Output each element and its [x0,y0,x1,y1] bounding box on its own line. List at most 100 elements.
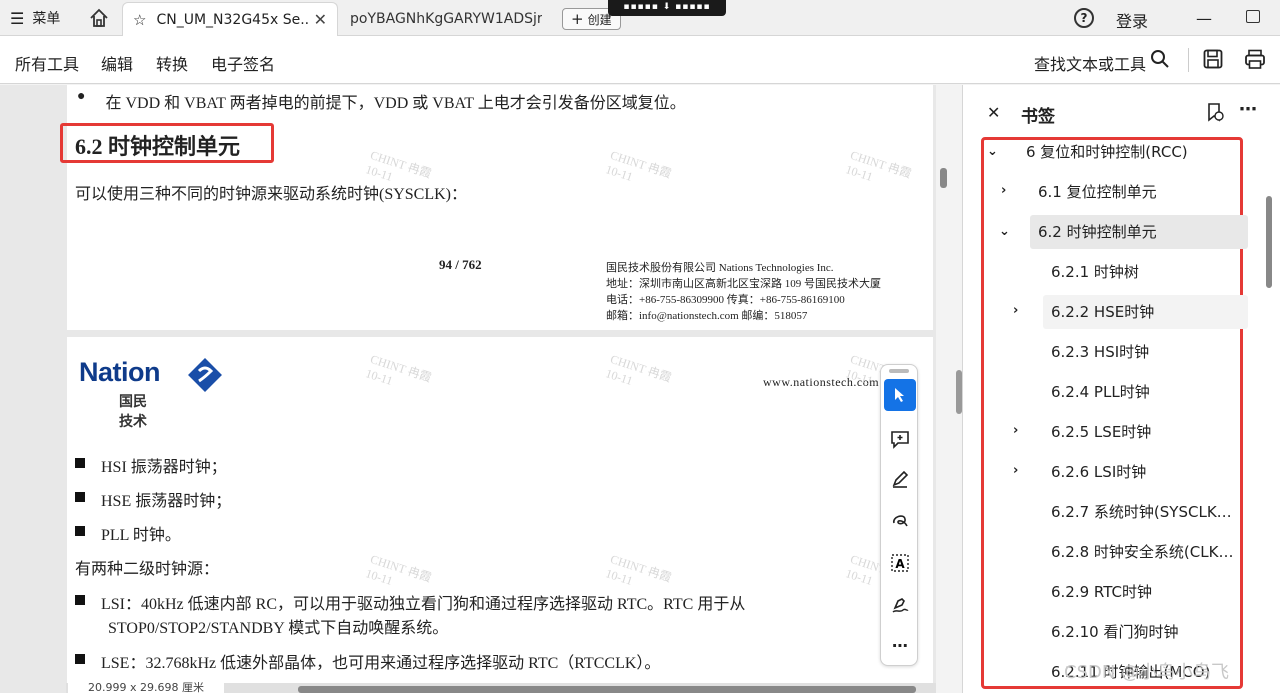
document-scroll-thumb[interactable] [940,168,947,188]
add-comment-button[interactable] [884,423,916,455]
drag-handle[interactable] [889,369,909,373]
svg-text:A: A [895,557,905,571]
list-item: LSE：32.768kHz 低速外部晶体，也可用来通过程序选择驱动 RTC（RT… [75,649,660,673]
company-footer: 国民技术股份有限公司 Nations Technologies Inc. 地址：… [606,262,881,322]
sign-button[interactable] [884,589,916,621]
highlight-button[interactable] [884,463,916,495]
more-tools-icon[interactable]: ⋯ [884,629,916,661]
sign-pen-icon [892,598,909,613]
bookmark-item[interactable]: 6.2.2 HSE时钟 [1043,295,1248,329]
bullet-icon: ● [77,89,86,104]
bookmark-item[interactable]: 6.2.5 LSE时钟 [1051,415,1231,449]
home-icon[interactable] [88,7,110,29]
bookmark-item[interactable]: 6.2.9 RTC时钟 [1051,575,1231,609]
chevron-right-icon[interactable]: › [1013,423,1018,438]
chevron-down-icon[interactable]: ⌄ [999,224,1010,239]
reset-bullet: ● 在 VDD 和 VBAT 两者掉电的前提下，VDD 或 VBAT 上电才会引… [77,89,686,113]
panel-title: 书签 [1021,107,1055,127]
pdf-page-95: Nation 国民技术 www.nationstech.com CHINT 冉霞… [67,337,933,693]
menu-label: 菜单 [32,11,61,27]
tab-title: CN_UM_N32G45x Se... [156,11,308,28]
select-tool-button[interactable] [884,379,916,411]
tab-bar: ☰ 菜单 ☆ CN_UM_N32G45x Se... ✕ poYBAGNhKgG… [0,0,1280,36]
page-size-indicator: 20.999 x 29.698 厘米 [68,682,224,693]
find-text-or-tools[interactable]: 查找文本或工具 [1034,51,1146,75]
pen-icon [892,470,909,488]
toolbar-convert[interactable]: 转换 [156,51,188,75]
bookmark-item[interactable]: 6 复位和时钟控制(RCC) [1026,135,1226,169]
bookmark-item[interactable]: 6.2.1 时钟树 [1051,255,1231,289]
page-number: 94 / 762 [439,257,482,272]
bookmark-add-icon[interactable] [1205,102,1225,122]
star-icon[interactable]: ☆ [133,11,146,29]
more-options-icon[interactable]: ⋯ [1239,99,1258,120]
minimize-icon[interactable]: — [1196,9,1212,28]
bookmark-item-selected[interactable]: 6.2 时钟控制单元 [1030,215,1248,249]
square-bullet-icon [75,654,85,664]
nation-logo: Nation 国民技术 [79,357,222,430]
bookmark-item[interactable]: 6.2.6 LSI时钟 [1051,455,1231,489]
watermark: CHINT 冉霞10-11 [363,351,434,388]
square-bullet-icon [75,595,85,605]
close-panel-icon[interactable]: ✕ [987,103,1000,122]
chevron-right-icon[interactable]: › [1001,183,1006,198]
draw-button[interactable] [884,505,916,537]
list-item: HSI 振荡器时钟； [75,453,227,477]
bookmark-item[interactable]: 6.2.7 系统时钟(SYSCLK)... [1051,495,1235,529]
square-bullet-icon [75,492,85,502]
watermark: CHINT 冉霞10-11 [603,351,674,388]
bookmark-item[interactable]: 6.1 复位控制单元 [1038,175,1228,209]
restore-window-icon[interactable] [1246,10,1260,23]
list-item: PLL 时钟。 [75,521,181,545]
toolbar-e-sign[interactable]: 电子签名 [211,51,275,75]
freehand-icon [893,515,908,527]
pdf-page-94: ● 在 VDD 和 VBAT 两者掉电的前提下，VDD 或 VBAT 上电才会引… [60,85,933,330]
secondary-sources-intro: 有两种二级时钟源： [75,561,220,578]
section-heading: 6.2 时钟控制单元 [75,134,241,159]
save-icon[interactable] [1202,48,1224,70]
toolbar-divider [1188,48,1189,72]
download-indicator-bar[interactable]: ▪▪▪▪▪ ⬇ ▪▪▪▪▪ [608,0,726,16]
menu-button[interactable]: ☰ 菜单 [10,8,60,28]
list-item: LSI：40kHz 低速内部 RC，可以用于驱动独立看门狗和通过程序选择驱动 R… [75,590,745,614]
logo-mark-icon [188,358,222,392]
csdn-watermark: CSDN @小鸟小鸟飞 [1064,662,1230,683]
bookmark-item[interactable]: 6.2.8 时钟安全系统(CLKS... [1051,535,1235,569]
print-icon[interactable] [1244,48,1266,70]
tab-title: poYBAGNhKgGARYW1ADSjr... [350,11,542,27]
quick-tools-palette: A ⋯ [880,364,918,666]
watermark: CHINT 冉霞10-11 [843,147,914,184]
toolbar-edit[interactable]: 编辑 [101,51,133,75]
toolbar-all-tools[interactable]: 所有工具 [15,51,79,75]
bookmark-item[interactable]: 6.2.3 HSI时钟 [1051,335,1231,369]
hamburger-icon: ☰ [10,8,25,28]
chevron-right-icon[interactable]: › [1013,463,1018,478]
cursor-arrow-icon [895,388,904,402]
search-icon[interactable] [1150,49,1170,69]
bookmarks-scroll-thumb[interactable] [1266,196,1272,288]
list-item: HSE 振荡器时钟； [75,487,231,511]
bookmark-item[interactable]: 6.2.10 看门狗时钟 [1051,615,1231,649]
watermark: CHINT 冉霞10-11 [603,147,674,184]
bookmark-item[interactable]: 6.2.4 PLL时钟 [1051,375,1231,409]
close-tab-icon[interactable]: ✕ [314,10,327,29]
tab-inactive-document[interactable]: poYBAGNhKgGARYW1ADSjr... [340,2,552,36]
comment-plus-icon [891,431,909,449]
horizontal-scroll-thumb[interactable] [298,686,916,693]
tab-active-document[interactable]: ☆ CN_UM_N32G45x Se... ✕ [122,2,338,36]
help-icon[interactable]: ? [1074,8,1094,28]
reset-bullet-text: 在 VDD 和 VBAT 两者掉电的前提下，VDD 或 VBAT 上电才会引发备… [105,95,686,112]
chevron-down-icon[interactable]: ⌄ [987,144,998,159]
text-box-icon: A [891,554,909,572]
plus-icon: + [571,10,584,28]
chevron-right-icon[interactable]: › [1013,303,1018,318]
main-toolbar: 所有工具 编辑 转换 电子签名 查找文本或工具 [0,36,1280,84]
text-tool-button[interactable]: A [884,547,916,579]
login-button[interactable]: 登录 [1116,8,1148,32]
document-viewer[interactable]: ● 在 VDD 和 VBAT 两者掉电的前提下，VDD 或 VBAT 上电才会引… [0,85,952,693]
lsi-continuation: STOP0/STOP2/STANDBY 模式下自动唤醒系统。 [108,620,449,637]
download-arrow-icon: ▪▪▪▪▪ ⬇ ▪▪▪▪▪ [623,2,711,12]
square-bullet-icon [75,458,85,468]
square-bullet-icon [75,526,85,536]
bookmarks-panel: ✕ 书签 ⋯ ⌄ 6 复位和时钟控制(RCC) › 6.1 复位控制单元 ⌄ 6… [962,85,1280,693]
